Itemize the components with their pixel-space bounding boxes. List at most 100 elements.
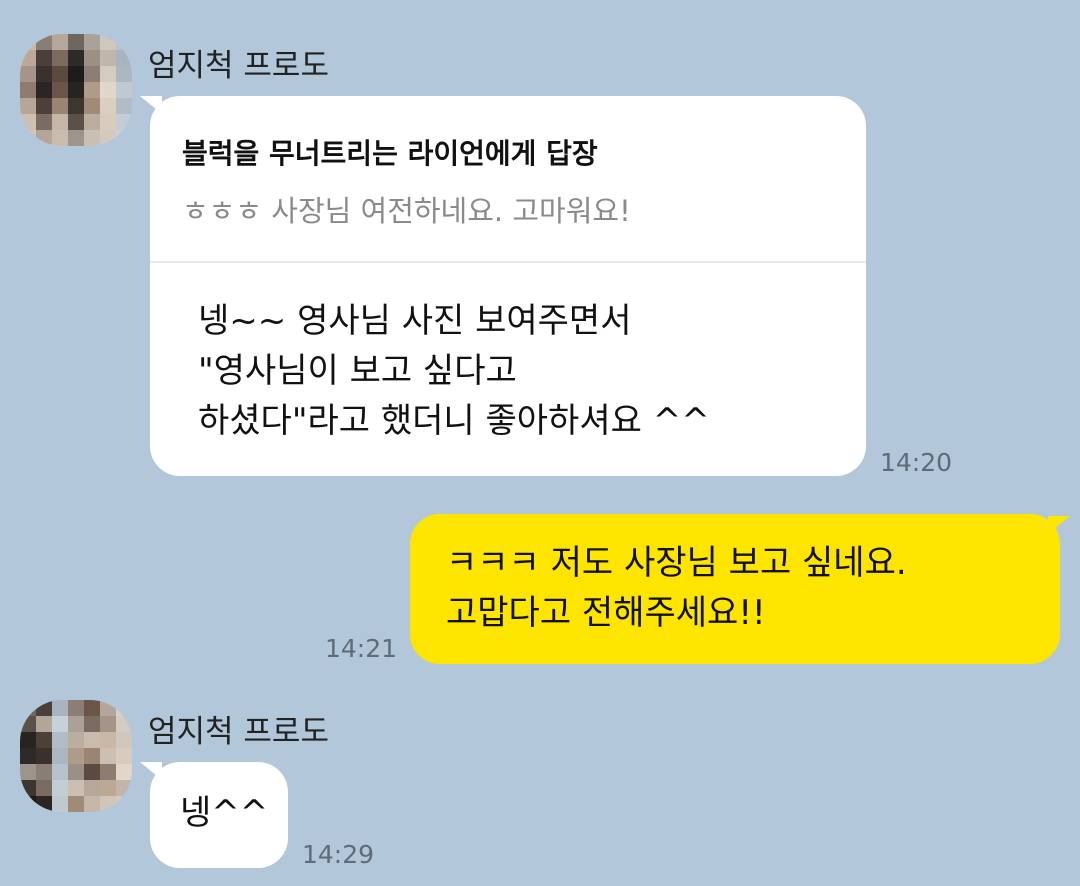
avatar-pixel [84,764,100,780]
avatar-pixel [52,66,68,82]
avatar-pixel [100,34,116,50]
avatar-pixel [116,66,132,82]
avatar-pixel [116,780,132,796]
avatar-pixel [52,82,68,98]
avatar-pixel [100,748,116,764]
avatar-pixel [20,700,36,716]
avatar-pixel [20,130,36,146]
avatar-pixel [100,780,116,796]
avatar-pixel [68,50,84,66]
avatar-pixel [36,82,52,98]
avatar-pixel [116,748,132,764]
avatar-pixel [36,34,52,50]
message-time: 14:29 [302,840,375,869]
avatar-pixel [84,114,100,130]
avatar-pixel [100,716,116,732]
avatar-pixel [20,114,36,130]
avatar-pixel [20,780,36,796]
avatar-pixel [84,34,100,50]
message-line: 하셨다"라고 했더니 좋아하셔요 ^^ [198,401,710,441]
avatar-pixel [116,34,132,50]
message-time: 14:21 [325,634,398,663]
reply-header[interactable]: 블럭을 무너트리는 라이언에게 답장 ㅎㅎㅎ 사장님 여전하네요. 고마워요! [150,96,866,230]
avatar-pixel [68,764,84,780]
avatar-pixel [20,50,36,66]
avatar-pixel [20,748,36,764]
avatar-pixel [36,114,52,130]
avatar-pixel [100,114,116,130]
avatar-pixel [116,764,132,780]
avatar-pixel [52,748,68,764]
message-text: ㅋㅋㅋ 저도 사장님 보고 싶네요. 고맙다고 전해주세요!! [446,538,907,638]
message-time: 14:20 [880,448,953,477]
avatar-pixel [20,34,36,50]
avatar-pixel [52,764,68,780]
avatar-pixel [68,732,84,748]
avatar-pixel [36,732,52,748]
avatar-pixel [68,114,84,130]
avatar-pixel [116,98,132,114]
avatar-pixel [116,130,132,146]
avatar-pixel [20,764,36,780]
avatar-pixel [36,50,52,66]
avatar-pixel [116,50,132,66]
avatar-pixel [36,716,52,732]
avatar-pixel [68,34,84,50]
avatar-pixel [20,732,36,748]
message-text: 넹^^ [180,788,268,838]
avatar-pixel [84,732,100,748]
avatar-pixel [100,50,116,66]
avatar-pixel [20,716,36,732]
bubble-tail [1048,516,1070,534]
avatar-pixel [100,764,116,780]
avatar-pixel [100,700,116,716]
avatar-pixel [84,796,100,812]
avatar-pixel [52,796,68,812]
avatar-pixel [116,700,132,716]
avatar-pixel [100,66,116,82]
message-bubble[interactable]: 넹^^ [150,762,288,868]
avatar-pixel [52,114,68,130]
avatar-pixel [52,50,68,66]
sender-avatar[interactable] [20,34,132,146]
avatar-pixel [68,98,84,114]
outgoing-message-bubble[interactable]: ㅋㅋㅋ 저도 사장님 보고 싶네요. 고맙다고 전해주세요!! [410,514,1060,664]
sender-avatar[interactable] [20,700,132,812]
avatar-pixel [68,796,84,812]
message-line: 고맙다고 전해주세요!! [446,593,766,633]
quoted-text: ㅎㅎㅎ 사장님 여전하네요. 고마워요! [182,194,631,228]
avatar-pixel [100,130,116,146]
avatar-pixel [36,796,52,812]
reply-title: 블럭을 무너트리는 라이언에게 답장 [182,137,598,170]
avatar-pixel [52,716,68,732]
avatar-pixel [52,780,68,796]
avatar-pixel [68,82,84,98]
avatar-pixel [36,98,52,114]
avatar-pixel [36,700,52,716]
avatar-pixel [68,748,84,764]
reply-message-bubble[interactable]: 블럭을 무너트리는 라이언에게 답장 ㅎㅎㅎ 사장님 여전하네요. 고마워요! … [150,96,866,476]
avatar-pixel [100,796,116,812]
message-line: ㅋㅋㅋ 저도 사장님 보고 싶네요. [446,543,907,583]
avatar-pixel [116,732,132,748]
avatar-pixel [68,700,84,716]
sender-name: 엄지척 프로도 [148,714,329,750]
avatar-pixel [36,780,52,796]
avatar-pixel [84,82,100,98]
avatar-pixel [68,130,84,146]
avatar-pixel [52,98,68,114]
message-line: "영사님이 보고 싶다고 [198,351,517,391]
avatar-pixel [20,796,36,812]
message-line: 넹~~ 영사님 사진 보여주면서 [198,301,632,341]
avatar-pixel [116,796,132,812]
avatar-pixel [20,82,36,98]
avatar-pixel [116,114,132,130]
avatar-pixel [116,716,132,732]
avatar-pixel [52,34,68,50]
avatar-pixel [84,98,100,114]
message-text: 넹~~ 영사님 사진 보여주면서 "영사님이 보고 싶다고 하셨다"라고 했더니… [198,296,710,446]
avatar-pixel [52,130,68,146]
avatar-pixel [84,748,100,764]
avatar-pixel [84,780,100,796]
avatar-pixel [116,82,132,98]
